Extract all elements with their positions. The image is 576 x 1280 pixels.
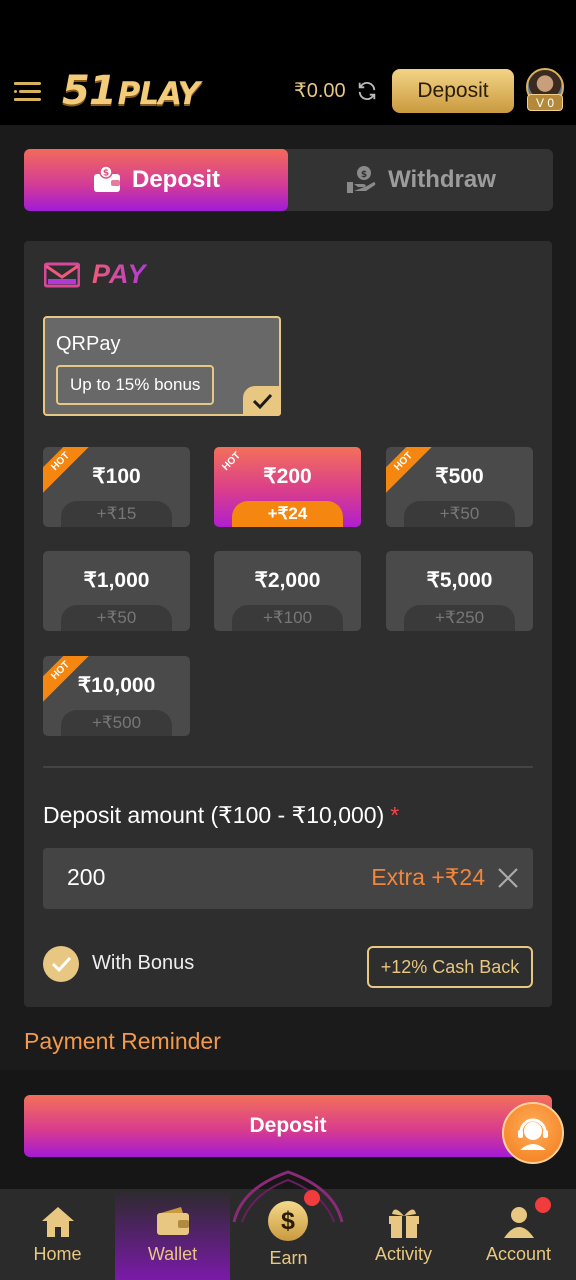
divider xyxy=(43,766,533,768)
amount-bonus: +₹15 xyxy=(61,501,172,527)
amount-option[interactable]: HOT ₹10,000 +₹500 xyxy=(43,656,190,736)
method-name: QRPay xyxy=(56,333,121,355)
tab-deposit[interactable]: $ Deposit xyxy=(24,149,288,211)
amount-bonus: +₹500 xyxy=(61,710,172,736)
amount-bonus: +₹24 xyxy=(232,501,343,527)
tab-deposit-label: Deposit xyxy=(131,166,220,193)
nav-home[interactable]: Home xyxy=(0,1189,115,1280)
menu-icon[interactable] xyxy=(14,81,41,103)
wallet-icon xyxy=(157,1207,189,1235)
amount-value: ₹100 xyxy=(92,465,141,488)
top-bar: 51PLAY ₹0.00 Deposit V 0 xyxy=(0,62,576,125)
amount-value: ₹5,000 xyxy=(426,569,493,592)
amount-option-selected[interactable]: HOT ₹200 +₹24 xyxy=(214,447,361,527)
amount-option[interactable]: ₹5,000 +₹250 xyxy=(386,551,533,631)
account-notification-dot xyxy=(535,1197,551,1213)
wallet-money-icon: $ xyxy=(93,165,120,192)
tab-withdraw[interactable]: $ Withdraw xyxy=(289,149,553,211)
nav-account-label: Account xyxy=(485,1244,552,1264)
amount-bonus: +₹100 xyxy=(232,605,343,631)
logo: 51PLAY xyxy=(62,68,200,114)
cashback-badge[interactable]: +12% Cash Back xyxy=(367,946,533,988)
amount-value: ₹10,000 xyxy=(77,674,156,697)
nav-activity[interactable]: Activity xyxy=(346,1189,461,1280)
amount-bonus: +₹250 xyxy=(404,605,515,631)
amount-option[interactable]: ₹2,000 +₹100 xyxy=(214,551,361,631)
amount-option[interactable]: HOT ₹500 +₹50 xyxy=(386,447,533,527)
pay-title: PAY xyxy=(92,259,147,289)
amount-value: ₹1,000 xyxy=(83,569,150,592)
deposit-amount-label: Deposit amount (₹100 - ₹10,000) * xyxy=(43,802,400,828)
dollar-coin-icon[interactable]: $ xyxy=(268,1201,308,1241)
with-bonus-label: With Bonus xyxy=(92,952,195,974)
status-bar xyxy=(0,0,576,62)
clear-icon[interactable] xyxy=(495,865,521,891)
user-icon xyxy=(504,1207,534,1238)
amount-option[interactable]: HOT ₹100 +₹15 xyxy=(43,447,190,527)
payment-method-qrpay[interactable]: QRPay Up to 15% bonus xyxy=(43,316,281,416)
deposit-amount-input[interactable]: 200 Extra +₹24 xyxy=(43,848,533,909)
nav-wallet[interactable]: Wallet xyxy=(115,1189,230,1280)
amount-option[interactable]: ₹1,000 +₹50 xyxy=(43,551,190,631)
extra-bonus-text: Extra +₹24 xyxy=(371,864,485,890)
amount-value: ₹2,000 xyxy=(254,569,321,592)
pay-card-icon xyxy=(44,262,80,287)
payment-card: PAY QRPay Up to 15% bonus HOT ₹100 +₹15 … xyxy=(24,241,552,1007)
home-icon xyxy=(42,1207,74,1237)
amount-value: ₹500 xyxy=(435,465,484,488)
pay-header: PAY xyxy=(44,259,147,290)
selected-check-icon xyxy=(243,386,281,416)
deposit-withdraw-tabs: $ Deposit $ Withdraw xyxy=(24,149,553,211)
gift-icon xyxy=(389,1209,419,1238)
nav-earn-label: Earn xyxy=(269,1248,308,1268)
refresh-icon[interactable] xyxy=(356,80,378,102)
deposit-submit-button[interactable]: Deposit xyxy=(24,1095,552,1157)
method-bonus-badge: Up to 15% bonus xyxy=(56,365,215,405)
nav-account[interactable]: Account xyxy=(461,1189,576,1280)
amount-value: ₹200 xyxy=(263,465,312,488)
deposit-amount-value: 200 xyxy=(67,864,106,890)
hand-coin-icon: $ xyxy=(347,166,376,193)
svg-text:$: $ xyxy=(361,170,367,180)
earn-notification-dot xyxy=(304,1190,320,1206)
svg-text:$: $ xyxy=(103,169,109,179)
with-bonus-checkbox[interactable] xyxy=(43,946,79,982)
header-deposit-button[interactable]: Deposit xyxy=(392,69,514,113)
balance-amount: ₹0.00 xyxy=(294,80,346,102)
tab-withdraw-label: Withdraw xyxy=(388,166,496,193)
nav-activity-label: Activity xyxy=(374,1244,432,1264)
required-mark: * xyxy=(390,802,400,828)
nav-home-label: Home xyxy=(33,1244,82,1264)
amount-bonus: +₹50 xyxy=(61,605,172,631)
nav-wallet-label: Wallet xyxy=(147,1244,198,1264)
vip-badge: V 0 xyxy=(527,94,563,111)
customer-support-icon[interactable] xyxy=(502,1102,564,1164)
payment-reminder-heading: Payment Reminder xyxy=(24,1028,221,1054)
amount-bonus: +₹50 xyxy=(404,501,515,527)
